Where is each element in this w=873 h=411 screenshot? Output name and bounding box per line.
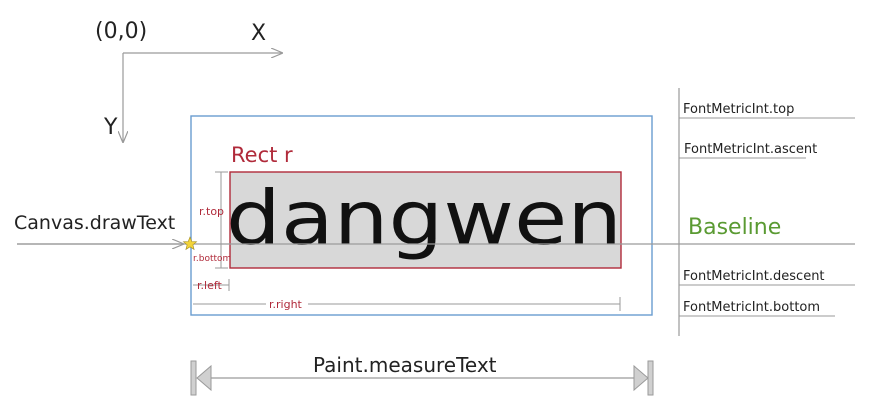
font-metrics-diagram: (0,0) X Y Rect r dangwen Canvas.drawText… — [14, 19, 855, 396]
y-axis-label: Y — [103, 115, 118, 140]
metric-ascent-label: FontMetricInt.ascent — [684, 142, 817, 157]
measure-left-arrow-icon — [196, 364, 212, 392]
metric-bottom-label: FontMetricInt.bottom — [683, 300, 820, 315]
metric-top-label: FontMetricInt.top — [683, 102, 794, 117]
r-right-label: r.right — [269, 298, 303, 311]
baseline-label: Baseline — [688, 215, 781, 240]
measure-left-cap — [190, 360, 197, 396]
x-axis-label: X — [251, 21, 266, 46]
measure-right-arrow-icon — [633, 364, 649, 392]
sample-text: dangwen — [226, 174, 622, 262]
measure-right-cap — [647, 360, 654, 396]
rect-label: Rect r — [231, 143, 293, 167]
origin-star-icon — [182, 236, 198, 251]
origin-label: (0,0) — [95, 19, 147, 44]
draw-text-label: Canvas.drawText — [14, 212, 175, 234]
r-left-label: r.left — [197, 279, 223, 292]
r-bottom-label: r.bottom — [193, 254, 231, 264]
r-top-label: r.top — [199, 205, 224, 218]
metric-descent-label: FontMetricInt.descent — [683, 269, 825, 284]
measure-label: Paint.measureText — [313, 353, 497, 377]
